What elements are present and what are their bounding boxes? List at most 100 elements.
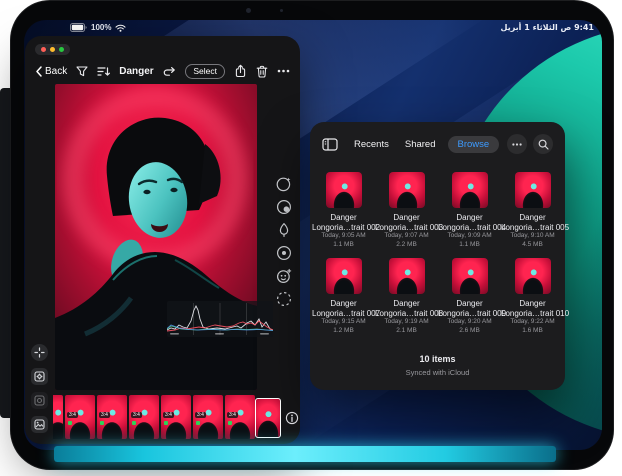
- file-name: Danger: [501, 213, 564, 223]
- minimize-window-button[interactable]: [50, 47, 55, 52]
- enhance-button[interactable]: [31, 344, 48, 361]
- presets-icon: [275, 175, 293, 193]
- curves-tool[interactable]: [275, 198, 293, 216]
- hero-scene: 100% 9:41 ص الثلاثاء 1 أبريل Back Danger…: [0, 0, 622, 476]
- filmstrip-thumb[interactable]: 3:4: [65, 395, 95, 439]
- sidebar-icon: [322, 138, 338, 151]
- sort-button[interactable]: [97, 66, 110, 77]
- file-size: 1.2 MB: [312, 327, 375, 336]
- file-item[interactable]: Danger Longoria…trait 009 Today, 9:20 AM…: [438, 258, 501, 335]
- file-thumbnail: [389, 258, 425, 294]
- file-item[interactable]: Danger Longoria…trait 002 Today, 9:05 AM…: [312, 172, 375, 249]
- battery-percent: 100%: [91, 23, 111, 32]
- file-date: Today, 9:22 AM: [501, 318, 564, 327]
- file-name: Danger: [438, 299, 501, 309]
- share-button[interactable]: [234, 64, 247, 78]
- filmstrip-thumb[interactable]: 3:4: [193, 395, 223, 439]
- files-toolbar: Recents Shared Browse: [310, 132, 565, 156]
- file-item[interactable]: Danger Longoria…trait 010 Today, 9:22 AM…: [501, 258, 564, 335]
- item-count: 10 items: [310, 354, 565, 364]
- aspect-badge: 3:4: [99, 412, 110, 418]
- file-date: Today, 9:05 AM: [312, 232, 375, 241]
- photo-title: Danger Longo…: [119, 66, 154, 77]
- filmstrip-thumb[interactable]: 3:4: [97, 395, 127, 439]
- file-size: 2.6 MB: [438, 327, 501, 336]
- file-date: Today, 9:07 AM: [375, 232, 438, 241]
- window-controls[interactable]: [35, 44, 70, 55]
- status-left: 100%: [70, 23, 126, 32]
- aspect-badge: 3:4: [227, 412, 238, 418]
- retouch-face-icon: [275, 267, 293, 285]
- file-item[interactable]: Danger Longoria…trait 005 Today, 9:10 AM…: [501, 172, 564, 249]
- filmstrip-thumb[interactable]: 3:4: [225, 395, 255, 439]
- status-datetime: 9:41 ص الثلاثاء 1 أبريل: [501, 23, 594, 32]
- file-name: Longoria…trait 008: [375, 309, 438, 319]
- library-button[interactable]: [31, 416, 48, 433]
- color-tool[interactable]: [275, 244, 293, 262]
- retouch-tool[interactable]: [275, 267, 293, 285]
- more-button[interactable]: [277, 69, 290, 73]
- tab-browse[interactable]: Browse: [448, 136, 500, 153]
- file-name: Longoria…trait 003: [375, 223, 438, 233]
- edited-indicator: [68, 421, 72, 425]
- file-thumbnail: [326, 172, 362, 208]
- back-button[interactable]: Back: [35, 66, 67, 77]
- file-name: Longoria…trait 002: [312, 223, 375, 233]
- undo-button[interactable]: [163, 66, 176, 77]
- edited-indicator: [132, 421, 136, 425]
- more-options-button[interactable]: [507, 134, 527, 154]
- histogram-overlay: [167, 301, 273, 337]
- search-button[interactable]: [533, 134, 553, 154]
- file-item[interactable]: Danger Longoria…trait 007 Today, 9:15 AM…: [312, 258, 375, 335]
- filmstrip-thumb[interactable]: 3:4: [161, 395, 191, 439]
- copy-edits-button[interactable]: [31, 392, 48, 409]
- info-icon: [285, 411, 299, 425]
- sidebar-toggle-button[interactable]: [322, 138, 338, 151]
- delete-button[interactable]: [256, 65, 268, 78]
- file-size: 1.6 MB: [501, 327, 564, 336]
- file-item[interactable]: Danger Longoria…trait 008 Today, 9:19 AM…: [375, 258, 438, 335]
- filmstrip-thumb[interactable]: 3:4: [129, 395, 159, 439]
- edited-indicator: [228, 421, 232, 425]
- select-button[interactable]: Select: [185, 64, 225, 79]
- share-icon: [234, 64, 247, 78]
- front-camera: [246, 8, 251, 13]
- file-item[interactable]: Danger Longoria…trait 003 Today, 9:07 AM…: [375, 172, 438, 249]
- edited-photo[interactable]: [55, 84, 257, 390]
- export-settings-button[interactable]: [31, 368, 48, 385]
- brush-tool[interactable]: [275, 221, 293, 239]
- file-size: 2.1 MB: [375, 327, 438, 336]
- wifi-icon: [115, 24, 126, 32]
- filmstrip-thumb-selected[interactable]: [255, 398, 281, 438]
- file-date: Today, 9:10 AM: [501, 232, 564, 241]
- file-name: Danger: [375, 213, 438, 223]
- edited-indicator: [100, 421, 104, 425]
- brush-icon: [275, 221, 293, 239]
- funnel-icon: [76, 66, 88, 77]
- sort-descending-icon: [97, 66, 110, 77]
- copy-icon: [34, 395, 45, 406]
- file-name: Danger: [312, 213, 375, 223]
- filmstrip-thumb-partial[interactable]: [53, 395, 63, 439]
- tab-recents[interactable]: Recents: [354, 139, 389, 150]
- chevron-left-icon: [35, 66, 42, 77]
- tab-shared[interactable]: Shared: [405, 139, 436, 150]
- edited-indicator: [164, 421, 168, 425]
- search-icon: [538, 139, 549, 150]
- file-thumbnail: [515, 172, 551, 208]
- grain-tool[interactable]: [275, 290, 293, 308]
- close-window-button[interactable]: [41, 47, 46, 52]
- file-thumbnail: [389, 172, 425, 208]
- presets-tool[interactable]: [275, 175, 293, 193]
- file-date: Today, 9:09 AM: [438, 232, 501, 241]
- sync-status: Synced with iCloud: [310, 368, 565, 377]
- file-item[interactable]: Danger Longoria…trait 004 Today, 9:09 AM…: [438, 172, 501, 249]
- info-button[interactable]: [285, 411, 299, 425]
- filter-button[interactable]: [76, 66, 88, 77]
- file-size: 1.1 MB: [312, 241, 375, 250]
- zoom-window-button[interactable]: [59, 47, 64, 52]
- keyboard-base-glow: [54, 446, 556, 462]
- file-date: Today, 9:20 AM: [438, 318, 501, 327]
- ellipsis-icon: [512, 143, 522, 146]
- file-size: 2.2 MB: [375, 241, 438, 250]
